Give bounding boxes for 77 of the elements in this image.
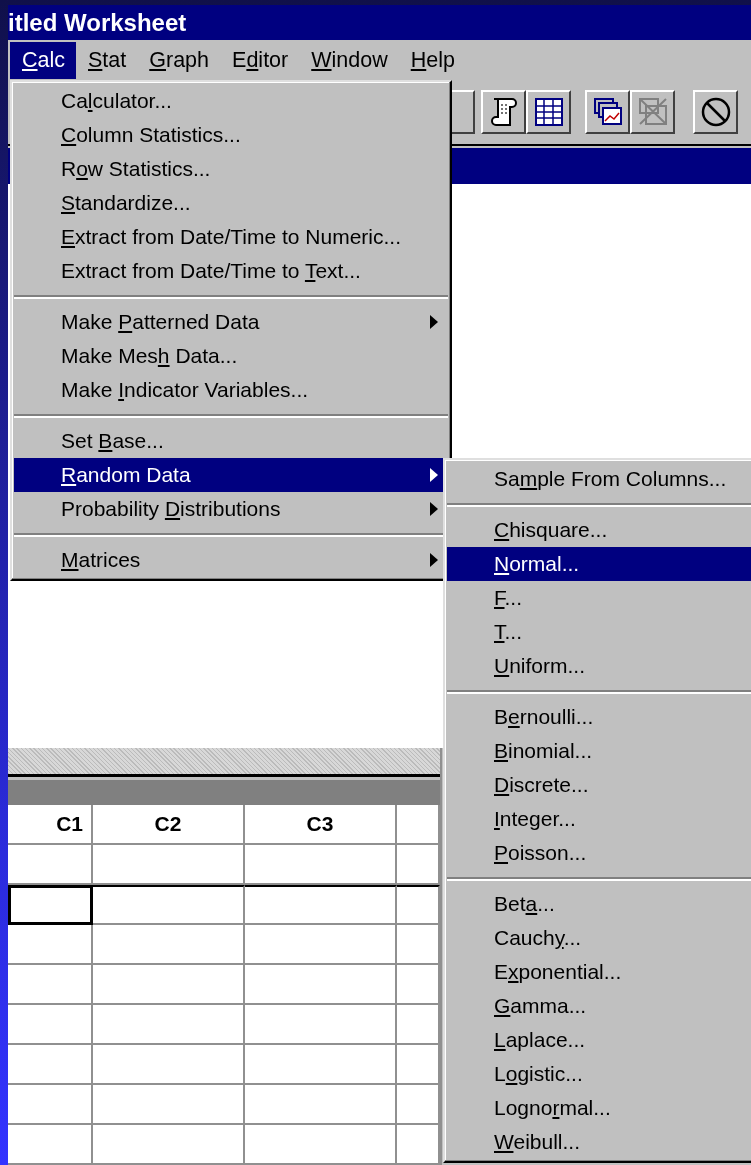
table-cell[interactable] <box>245 1005 397 1045</box>
windows-chart-icon <box>591 96 624 128</box>
menu-item[interactable]: Normal... <box>447 547 751 581</box>
menu-item[interactable]: Standardize... <box>14 186 448 220</box>
table-cell[interactable] <box>93 845 245 885</box>
menu-item[interactable]: Laplace... <box>447 1023 751 1057</box>
menu-item[interactable]: Extract from Date/Time to Text... <box>14 254 448 288</box>
menu-item[interactable]: Exponential... <box>447 955 751 989</box>
table-cell[interactable] <box>93 1125 245 1165</box>
menu-item[interactable]: Poisson... <box>447 836 751 870</box>
menu-item[interactable]: Beta... <box>447 887 751 921</box>
menu-item[interactable]: Make Patterned Data <box>14 305 448 339</box>
table-cell[interactable] <box>245 885 397 925</box>
no-sign-icon <box>699 96 732 128</box>
menu-item[interactable]: Logistic... <box>447 1057 751 1091</box>
table-cell[interactable] <box>245 1045 397 1085</box>
table-cell[interactable] <box>8 1125 93 1165</box>
table-cell[interactable] <box>245 965 397 1005</box>
menu-item[interactable]: Binomial... <box>447 734 751 768</box>
disabled-windows-icon <box>636 96 669 128</box>
window-title: itled Worksheet <box>8 8 187 37</box>
menu-item[interactable]: Sample From Columns... <box>447 462 751 496</box>
menu-item[interactable]: Lognormal... <box>447 1091 751 1125</box>
menu-item[interactable]: Calculator... <box>14 84 448 118</box>
menu-item[interactable]: F... <box>447 581 751 615</box>
column-header[interactable]: C3 <box>245 805 397 845</box>
menu-item[interactable]: Extract from Date/Time to Numeric... <box>14 220 448 254</box>
menu-bar-item[interactable]: Stat <box>76 41 138 79</box>
table-cell[interactable] <box>245 1085 397 1125</box>
menu-item[interactable]: Chisquare... <box>447 513 751 547</box>
table-cell[interactable] <box>93 965 245 1005</box>
menu-bar-item[interactable]: Help <box>398 41 466 79</box>
table-cell[interactable] <box>8 965 93 1005</box>
table-cell[interactable] <box>93 1045 245 1085</box>
table-cell[interactable] <box>8 925 93 965</box>
column-header[interactable]: C2 <box>93 805 245 845</box>
table-cell[interactable] <box>93 1005 245 1045</box>
table-cell[interactable] <box>8 1085 93 1125</box>
active-cell[interactable] <box>8 885 93 925</box>
menu-item[interactable]: Make Indicator Variables... <box>14 373 448 407</box>
menu-item[interactable]: Column Statistics... <box>14 118 448 152</box>
table-cell[interactable] <box>8 845 93 885</box>
toolbar-button[interactable] <box>630 90 675 134</box>
menu-item[interactable]: Make Mesh Data... <box>14 339 448 373</box>
menu-item[interactable]: Set Base... <box>14 424 448 458</box>
table-cell[interactable] <box>245 925 397 965</box>
submenu-arrow-icon <box>430 502 438 516</box>
menu-item[interactable]: Integer... <box>447 802 751 836</box>
submenu-arrow-icon <box>430 315 438 329</box>
table-cell[interactable] <box>93 1085 245 1125</box>
column-header[interactable]: C1 <box>8 805 93 845</box>
menu-item[interactable]: Weibull... <box>447 1125 751 1159</box>
menu-item[interactable]: T... <box>447 615 751 649</box>
menu-item[interactable]: Gamma... <box>447 989 751 1023</box>
toolbar-button[interactable] <box>693 90 738 134</box>
menu-bar-item[interactable]: Graph <box>137 41 221 79</box>
table-cell[interactable] <box>93 885 245 925</box>
table-cell[interactable] <box>245 1125 397 1165</box>
toolbar-button[interactable] <box>585 90 630 134</box>
grid-icon <box>532 96 565 128</box>
toolbar-button[interactable] <box>481 90 526 134</box>
splitter-bar[interactable] <box>8 748 440 778</box>
menu-item[interactable]: Discrete... <box>447 768 751 802</box>
menu-item[interactable]: Uniform... <box>447 649 751 683</box>
menu-bar-item[interactable]: Editor <box>220 41 300 79</box>
menu-bar-item[interactable]: Calc <box>10 41 76 79</box>
submenu-arrow-icon <box>430 553 438 567</box>
menu-item[interactable]: Cauchy... <box>447 921 751 955</box>
submenu-arrow-icon <box>430 468 438 482</box>
toolbar-button[interactable] <box>526 90 571 134</box>
table-cell[interactable] <box>8 1045 93 1085</box>
menu-item[interactable]: Row Statistics... <box>14 152 448 186</box>
table-cell[interactable] <box>8 1005 93 1045</box>
menu-bar-item[interactable]: Window <box>299 41 399 79</box>
table-cell[interactable] <box>93 925 245 965</box>
menu-item[interactable]: Bernoulli... <box>447 700 751 734</box>
table-cell[interactable] <box>245 845 397 885</box>
